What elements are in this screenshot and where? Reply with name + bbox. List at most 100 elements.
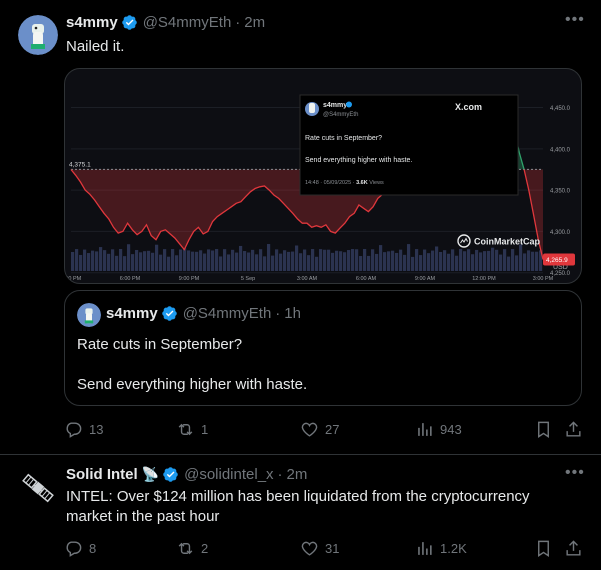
volume-bar xyxy=(515,255,519,271)
tweet-solid-intel[interactable]: Solid Intel 📡 @solidintel_x · 2m ••• INT… xyxy=(0,456,601,570)
volume-bar xyxy=(339,251,343,271)
volume-bar xyxy=(247,252,251,271)
timestamp[interactable]: 2m xyxy=(244,14,265,31)
inner-card-name: s4mmy xyxy=(323,102,347,109)
quote-avatar[interactable] xyxy=(77,303,101,327)
volume-bar xyxy=(91,250,95,271)
volume-bar xyxy=(467,249,471,271)
heart-icon xyxy=(301,541,318,556)
heart-icon xyxy=(301,422,318,437)
quoted-tweet[interactable]: s4mmy @S4mmyEth · 1h Rate cuts in Septem… xyxy=(64,290,582,406)
reply-button[interactable]: 13 xyxy=(64,420,103,439)
volume-bar xyxy=(439,251,443,271)
bookmark-button[interactable] xyxy=(534,420,553,439)
volume-bar xyxy=(371,249,375,271)
volume-bar xyxy=(271,255,275,271)
avatar[interactable] xyxy=(18,468,58,508)
volume-bar xyxy=(195,251,199,271)
volume-bar xyxy=(423,249,427,271)
quote-timestamp[interactable]: 1h xyxy=(284,305,301,322)
quote-author-handle[interactable]: @S4mmyEth xyxy=(183,305,272,322)
volume-bar xyxy=(391,250,395,271)
volume-bar xyxy=(279,253,283,271)
share-button[interactable] xyxy=(564,420,583,439)
volume-bar xyxy=(259,249,263,271)
verified-badge-icon xyxy=(163,467,178,482)
volume-bar xyxy=(523,253,527,271)
x-tick-label: 6:00 PM xyxy=(120,276,141,282)
author-handle[interactable]: @S4mmyEth xyxy=(143,14,232,31)
volume-bar xyxy=(203,253,207,271)
reply-button[interactable]: 8 xyxy=(64,539,96,558)
more-options-icon[interactable]: ••• xyxy=(565,11,585,29)
quote-author-line: s4mmy @S4mmyEth · 1h xyxy=(106,305,301,322)
volume-bar xyxy=(519,244,523,271)
share-button[interactable] xyxy=(564,539,583,558)
verified-badge-icon xyxy=(121,15,137,30)
tweet-text: INTEL: Over $124 million has been liquid… xyxy=(66,488,530,525)
volume-bar xyxy=(487,250,491,271)
volume-bar xyxy=(71,252,75,271)
volume-bar xyxy=(459,249,463,271)
volume-bar xyxy=(479,252,483,271)
author-handle[interactable]: @solidintel_x xyxy=(184,466,273,483)
volume-bar xyxy=(255,254,259,271)
volume-bar xyxy=(387,251,391,271)
action-bar: 13 1 27 943 xyxy=(64,420,584,440)
volume-bar xyxy=(291,251,295,271)
volume-bar xyxy=(139,252,143,271)
volume-bar xyxy=(455,255,459,271)
verified-badge-icon xyxy=(161,306,177,321)
bookmark-icon xyxy=(538,540,549,557)
volume-bar xyxy=(243,251,247,271)
volume-bar xyxy=(327,249,331,271)
views-button[interactable]: 1.2K xyxy=(415,539,467,558)
bookmark-button[interactable] xyxy=(534,539,553,558)
views-button[interactable]: 943 xyxy=(415,420,462,439)
volume-bar xyxy=(403,254,407,271)
media-chart[interactable]: 4,450.04,400.04,350.04,300.04,250.0 3:00… xyxy=(64,68,582,284)
inner-card-handle: @S4mmyEth xyxy=(323,112,358,118)
volume-bar xyxy=(211,250,215,271)
volume-bar xyxy=(299,253,303,271)
volume-bar xyxy=(283,250,287,271)
share-icon xyxy=(566,421,581,437)
volume-bar xyxy=(219,256,223,271)
coinmarketcap-label: CoinMarketCap xyxy=(474,237,541,247)
volume-bar xyxy=(527,250,531,271)
views-count: 943 xyxy=(440,422,462,437)
y-tick-label: 4,400.0 xyxy=(550,147,571,153)
volume-bar xyxy=(483,251,487,271)
author-name[interactable]: Solid Intel xyxy=(66,466,138,483)
avatar[interactable] xyxy=(18,15,58,55)
like-count: 31 xyxy=(325,541,340,556)
timestamp[interactable]: 2m xyxy=(287,466,308,483)
volume-bar xyxy=(75,249,79,271)
volume-bar xyxy=(415,249,419,271)
more-options-icon[interactable]: ••• xyxy=(565,464,585,482)
volume-bar xyxy=(535,251,539,271)
x-tick-label: 9:00 PM xyxy=(179,276,200,282)
volume-bar xyxy=(199,250,203,271)
author-name[interactable]: s4mmy xyxy=(66,14,118,31)
tweet-s4mmy[interactable]: s4mmy @S4mmyEth · 2m ••• Nailed it. 4,45… xyxy=(0,0,601,455)
like-button[interactable]: 31 xyxy=(300,539,339,558)
analytics-icon xyxy=(418,542,432,555)
volume-bar xyxy=(187,250,191,271)
author-line: Solid Intel 📡 @solidintel_x · 2m xyxy=(66,466,307,483)
views-count: 1.2K xyxy=(440,541,467,556)
repost-button[interactable]: 1 xyxy=(176,420,208,439)
volume-bar xyxy=(331,252,335,271)
volume-bar xyxy=(511,249,515,271)
end-price-label: 4,265.9 xyxy=(546,257,568,264)
volume-bar xyxy=(443,250,447,271)
volume-bar xyxy=(367,255,371,271)
quote-author-name[interactable]: s4mmy xyxy=(106,305,158,322)
volume-bar xyxy=(115,255,119,271)
inner-card-line1: Rate cuts in September? xyxy=(305,135,382,142)
like-button[interactable]: 27 xyxy=(300,420,339,439)
volume-bar xyxy=(319,249,323,271)
tweet-text: Nailed it. xyxy=(66,38,125,55)
repost-count: 2 xyxy=(201,541,209,556)
repost-button[interactable]: 2 xyxy=(176,539,208,558)
